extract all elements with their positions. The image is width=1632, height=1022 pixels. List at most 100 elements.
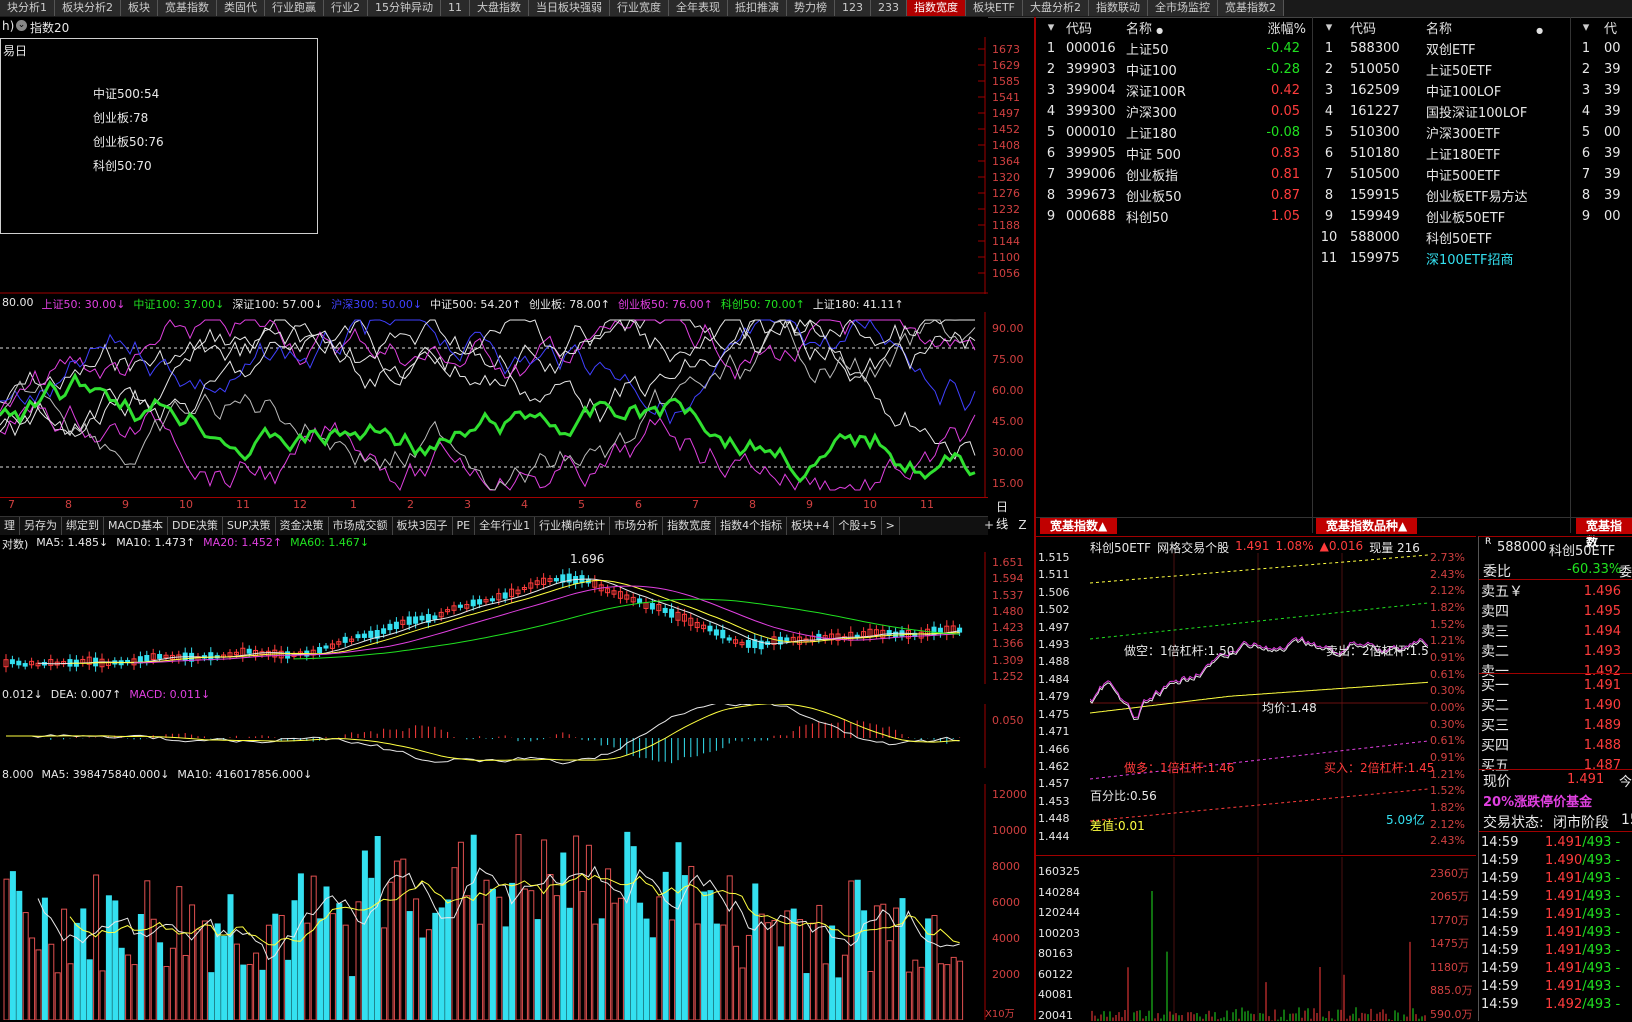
table-row[interactable]: 4 399300 沪深300 0.05: [1036, 101, 1312, 122]
order-book-row[interactable]: 买一 1.491: [1479, 675, 1632, 695]
zoom-control-2[interactable]: Z: [1018, 516, 1026, 534]
indicator-tab-12[interactable]: 市场分析: [610, 517, 664, 535]
indicator-tab-13[interactable]: 指数宽度: [663, 517, 717, 535]
table-row[interactable]: 7 510500 中证500ETF: [1314, 164, 1570, 185]
table-row[interactable]: 8 159915 创业板ETF易方达: [1314, 185, 1570, 206]
indicator-tab-3[interactable]: MACD基本: [104, 517, 168, 535]
candle: [9, 659, 15, 665]
table-row[interactable]: 6 510180 上证180ETF: [1314, 143, 1570, 164]
indicator-tab-17[interactable]: >: [882, 517, 900, 535]
table-row[interactable]: 11 159975 深100ETF招商: [1314, 248, 1570, 269]
indicator-tab-11[interactable]: 行业横向统计: [535, 517, 611, 535]
tab-4[interactable]: 类固代: [217, 0, 265, 16]
tab-5[interactable]: 行业跑赢: [265, 0, 324, 16]
tab-22[interactable]: 宽基指数2: [1218, 0, 1284, 16]
order-book-row[interactable]: 卖四 1.495: [1479, 601, 1632, 621]
zoom-control-0[interactable]: +: [984, 516, 994, 534]
tab-7[interactable]: 15分钟异动: [368, 0, 441, 16]
col-name-header[interactable]: 名称 ●: [1426, 17, 1570, 38]
table-row[interactable]: 2 399903 中证100 -0.28: [1036, 59, 1312, 80]
order-book-row[interactable]: 买四 1.488: [1479, 735, 1632, 755]
table-row[interactable]: 8 39: [1572, 185, 1632, 206]
tab-15[interactable]: 123: [835, 0, 871, 16]
tab-12[interactable]: 全年表现: [669, 0, 728, 16]
table-row[interactable]: 6 39: [1572, 143, 1632, 164]
table-row[interactable]: 9 00: [1572, 206, 1632, 227]
tab-11[interactable]: 行业宽度: [610, 0, 669, 16]
table-row[interactable]: 2 39: [1572, 59, 1632, 80]
axis-tick-label: 120244: [1038, 906, 1080, 919]
legend-item: 8.000: [2, 768, 34, 781]
indicator-tab-6[interactable]: 资金决策: [276, 517, 329, 535]
order-book-row[interactable]: 卖五￥ 1.496: [1479, 581, 1632, 601]
tab-21[interactable]: 全市场监控: [1148, 0, 1218, 16]
table-row[interactable]: 1 588300 双创ETF: [1314, 38, 1570, 59]
tab-19[interactable]: 大盘分析2: [1023, 0, 1089, 16]
indicator-tab-2[interactable]: 绑定到: [62, 517, 104, 535]
table-row[interactable]: 6 399905 中证 500 0.83: [1036, 143, 1312, 164]
tab-6[interactable]: 行业2: [324, 0, 368, 16]
tab-18[interactable]: 板块ETF: [966, 0, 1023, 16]
col-change-header[interactable]: 涨幅%: [1226, 17, 1312, 38]
table-row[interactable]: 1 00: [1572, 38, 1632, 59]
table-row[interactable]: 5 510300 沪深300ETF: [1314, 122, 1570, 143]
col-code-header[interactable]: 代码: [1344, 17, 1426, 38]
table-row[interactable]: 8 399673 创业板50 0.87: [1036, 185, 1312, 206]
indicator-tab-1[interactable]: 另存为: [20, 517, 62, 535]
sort-arrow-icon[interactable]: ▾: [1314, 17, 1344, 38]
table-row[interactable]: 3 39: [1572, 80, 1632, 101]
table-row[interactable]: 7 39: [1572, 164, 1632, 185]
sort-arrow-icon[interactable]: ▾: [1572, 17, 1600, 38]
col-code-header[interactable]: 代: [1600, 17, 1632, 38]
table-row[interactable]: 5 00: [1572, 122, 1632, 143]
table-row[interactable]: 4 39: [1572, 101, 1632, 122]
indicator-tab-5[interactable]: SUP决策: [223, 517, 276, 535]
table-row[interactable]: 5 000010 上证180 -0.08: [1036, 122, 1312, 143]
table-row[interactable]: 3 399004 深证100R 0.42: [1036, 80, 1312, 101]
indicator-tab-15[interactable]: 板块+4: [787, 517, 835, 535]
indicator-tab-16[interactable]: 个股+5: [834, 517, 882, 535]
indicator-tab-10[interactable]: 全年行业1: [475, 517, 536, 535]
order-book-row[interactable]: 卖三 1.494: [1479, 621, 1632, 641]
tab-1[interactable]: 板块分析2: [55, 0, 121, 16]
tab-9[interactable]: 大盘指数: [470, 0, 529, 16]
tab-2[interactable]: 板块: [121, 0, 158, 16]
tab-8[interactable]: 11: [441, 0, 470, 16]
col-code-header[interactable]: 代码: [1066, 17, 1126, 38]
chevron-down-icon[interactable]: ⌄: [16, 20, 27, 31]
volume-bar: [3, 878, 10, 1020]
indicator-tab-0[interactable]: 理: [0, 517, 20, 535]
volume-bar: [9, 871, 16, 1020]
tab-0[interactable]: 块分析1: [0, 0, 55, 16]
indicator-tab-8[interactable]: 板块3因子: [393, 517, 453, 535]
order-book-row[interactable]: 买三 1.489: [1479, 715, 1632, 735]
table-row[interactable]: 10 588000 科创50ETF: [1314, 227, 1570, 248]
tab-13[interactable]: 抵扣推演: [728, 0, 787, 16]
tab-10[interactable]: 当日板块强弱: [529, 0, 610, 16]
zoom-control-1[interactable]: -: [1004, 516, 1008, 534]
tab-14[interactable]: 势力榜: [787, 0, 835, 16]
col-name-header[interactable]: 名称 ●: [1126, 17, 1226, 38]
table-row[interactable]: 3 162509 中证100LOF: [1314, 80, 1570, 101]
watchlist-b-group-button[interactable]: 宽基指数品种▲: [1316, 518, 1418, 534]
order-book-row[interactable]: 买二 1.490: [1479, 695, 1632, 715]
table-row[interactable]: 2 510050 上证50ETF: [1314, 59, 1570, 80]
watchlist-a-group-button[interactable]: 宽基指数▲: [1040, 518, 1118, 534]
tab-3[interactable]: 宽基指数: [158, 0, 217, 16]
sort-arrow-icon[interactable]: ▾: [1036, 17, 1066, 38]
indicator-tab-9[interactable]: PE: [453, 517, 476, 535]
indicator-tab-7[interactable]: 市场成交额: [329, 517, 393, 535]
volume-bar: [656, 896, 663, 1020]
order-book-row[interactable]: 卖二 1.493: [1479, 641, 1632, 661]
table-row[interactable]: 9 000688 科创50 1.05: [1036, 206, 1312, 227]
indicator-tab-14[interactable]: 指数4个指标: [716, 517, 788, 535]
tab-16[interactable]: 233: [871, 0, 907, 16]
table-row[interactable]: 9 159949 创业板50ETF: [1314, 206, 1570, 227]
table-row[interactable]: 4 161227 国投深证100LOF: [1314, 101, 1570, 122]
table-row[interactable]: 1 000016 上证50 -0.42: [1036, 38, 1312, 59]
tab-17[interactable]: 指数宽度: [907, 0, 966, 16]
tab-20[interactable]: 指数联动: [1089, 0, 1148, 16]
indicator-tab-4[interactable]: DDE决策: [168, 517, 223, 535]
table-row[interactable]: 7 399006 创业板指 0.81: [1036, 164, 1312, 185]
watchlist-c-group-button[interactable]: 宽基指数: [1576, 518, 1632, 549]
